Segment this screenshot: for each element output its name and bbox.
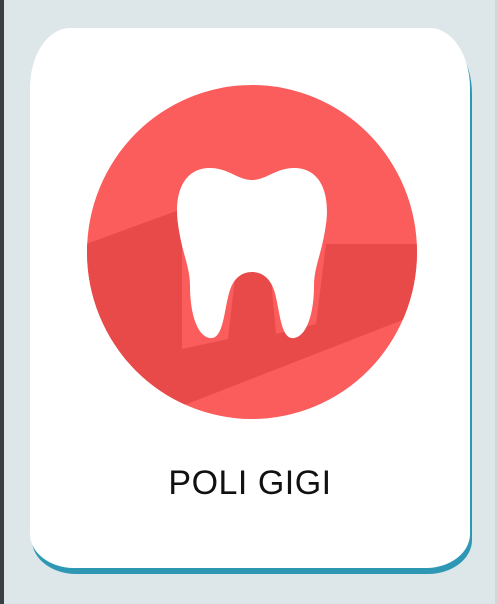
poli-gigi-card[interactable]: POLI GIGI	[30, 28, 470, 568]
screen-left-edge	[0, 0, 4, 604]
tooth-icon	[87, 85, 417, 419]
card-label: POLI GIGI	[168, 464, 332, 502]
